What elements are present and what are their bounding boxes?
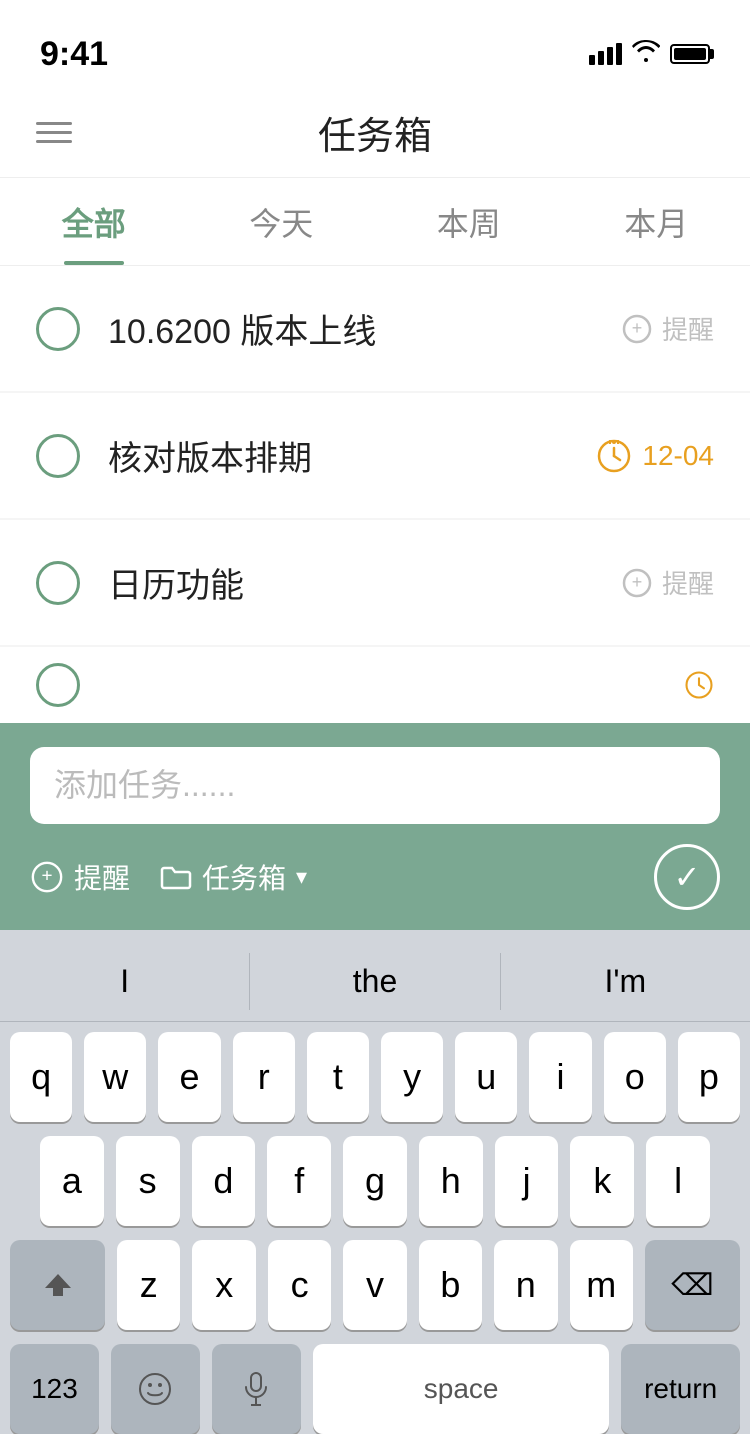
key-q[interactable]: q [10, 1032, 72, 1122]
suggestion-the[interactable]: the [250, 953, 500, 1010]
key-a[interactable]: a [40, 1136, 104, 1226]
due-date-text: 12-04 [642, 440, 714, 472]
signal-icon [589, 43, 622, 65]
key-f[interactable]: f [267, 1136, 331, 1226]
key-r[interactable]: r [233, 1032, 295, 1122]
status-icons [589, 40, 710, 68]
key-b[interactable]: b [419, 1240, 482, 1330]
header: 任务箱 [0, 88, 750, 178]
suggestion-im[interactable]: I'm [501, 953, 750, 1010]
key-w[interactable]: w [84, 1032, 146, 1122]
svg-text:+: + [632, 318, 643, 338]
clock-icon [596, 438, 632, 474]
svg-text:+: + [41, 866, 52, 887]
page-title: 任务箱 [318, 105, 432, 160]
task-list: 10.6200 版本上线 + 提醒 核对版本排期 12-04 [0, 266, 750, 723]
key-y[interactable]: y [381, 1032, 443, 1122]
key-mic[interactable] [212, 1344, 301, 1434]
emoji-icon [137, 1371, 173, 1407]
task-reminder[interactable]: + 提醒 [622, 310, 714, 347]
partial-due [684, 670, 714, 700]
svg-text:+: + [632, 572, 643, 592]
key-numbers[interactable]: 123 [10, 1344, 99, 1434]
suggestion-I[interactable]: I [0, 953, 250, 1010]
task-due-date[interactable]: 12-04 [596, 438, 714, 474]
keyboard-rows: q w e r t y u i o p a s d f g h j k l [0, 1032, 750, 1434]
tab-all[interactable]: 全部 [0, 178, 188, 265]
delete-icon: ⌫ [671, 1268, 713, 1303]
key-s[interactable]: s [116, 1136, 180, 1226]
key-h[interactable]: h [419, 1136, 483, 1226]
task-checkbox[interactable] [36, 561, 80, 605]
task-text: 日历功能 [108, 558, 244, 607]
status-bar: 9:41 [0, 0, 750, 88]
key-row-4: 123 space return [10, 1344, 740, 1434]
key-n[interactable]: n [494, 1240, 557, 1330]
task-reminder[interactable]: + 提醒 [622, 564, 714, 601]
confirm-add-button[interactable]: ✓ [654, 844, 720, 910]
key-v[interactable]: v [343, 1240, 406, 1330]
key-g[interactable]: g [343, 1136, 407, 1226]
key-z[interactable]: z [117, 1240, 180, 1330]
key-row-2: a s d f g h j k l [10, 1136, 740, 1226]
add-task-toolbar: + 提醒 任务箱 ▾ ✓ [30, 844, 720, 910]
key-t[interactable]: t [307, 1032, 369, 1122]
tab-month[interactable]: 本月 [563, 178, 750, 265]
key-l[interactable]: l [646, 1136, 710, 1226]
task-item[interactable]: 核对版本排期 12-04 [0, 393, 750, 518]
task-checkbox[interactable] [36, 663, 80, 707]
folder-icon [160, 864, 192, 890]
add-task-panel: + 提醒 任务箱 ▾ ✓ [0, 723, 750, 930]
key-space[interactable]: space [313, 1344, 610, 1434]
reminder-add-icon: + [622, 314, 652, 344]
task-checkbox[interactable] [36, 434, 80, 478]
add-task-input-wrap [30, 747, 720, 824]
select-folder-button[interactable]: 任务箱 ▾ [160, 857, 307, 897]
key-delete[interactable]: ⌫ [645, 1240, 740, 1330]
status-time: 9:41 [40, 35, 108, 74]
key-k[interactable]: k [570, 1136, 634, 1226]
menu-button[interactable] [36, 122, 72, 143]
key-i[interactable]: i [529, 1032, 591, 1122]
battery-icon [670, 44, 710, 64]
key-row-3: z x c v b n m ⌫ [10, 1240, 740, 1330]
key-e[interactable]: e [158, 1032, 220, 1122]
task-item[interactable]: 日历功能 + 提醒 [0, 520, 750, 645]
key-shift[interactable] [10, 1240, 105, 1330]
task-text: 核对版本排期 [108, 431, 312, 480]
key-return[interactable]: return [621, 1344, 740, 1434]
clock-icon-small [684, 670, 714, 700]
keyboard: I the I'm q w e r t y u i o p a s d f g … [0, 930, 750, 1434]
key-x[interactable]: x [192, 1240, 255, 1330]
wifi-icon [632, 40, 660, 68]
key-o[interactable]: o [604, 1032, 666, 1122]
task-text: 10.6200 版本上线 [108, 304, 376, 353]
key-emoji[interactable] [111, 1344, 200, 1434]
tab-week[interactable]: 本周 [375, 178, 563, 265]
task-item-partial [0, 647, 750, 723]
shift-icon [43, 1270, 73, 1300]
dropdown-arrow-icon: ▾ [296, 864, 307, 890]
key-p[interactable]: p [678, 1032, 740, 1122]
reminder-icon: + [30, 860, 64, 894]
key-u[interactable]: u [455, 1032, 517, 1122]
add-reminder-button[interactable]: + 提醒 [30, 857, 130, 897]
key-row-1: q w e r t y u i o p [10, 1032, 740, 1122]
task-item[interactable]: 10.6200 版本上线 + 提醒 [0, 266, 750, 391]
mic-icon [242, 1371, 270, 1407]
key-c[interactable]: c [268, 1240, 331, 1330]
tabs-bar: 全部 今天 本周 本月 [0, 178, 750, 266]
key-m[interactable]: m [570, 1240, 633, 1330]
tab-today[interactable]: 今天 [188, 178, 376, 265]
suggestions-row: I the I'm [0, 942, 750, 1022]
add-task-input[interactable] [54, 767, 696, 804]
key-j[interactable]: j [495, 1136, 559, 1226]
task-checkbox[interactable] [36, 307, 80, 351]
reminder-add-icon: + [622, 568, 652, 598]
key-d[interactable]: d [192, 1136, 256, 1226]
checkmark-icon: ✓ [674, 858, 701, 896]
